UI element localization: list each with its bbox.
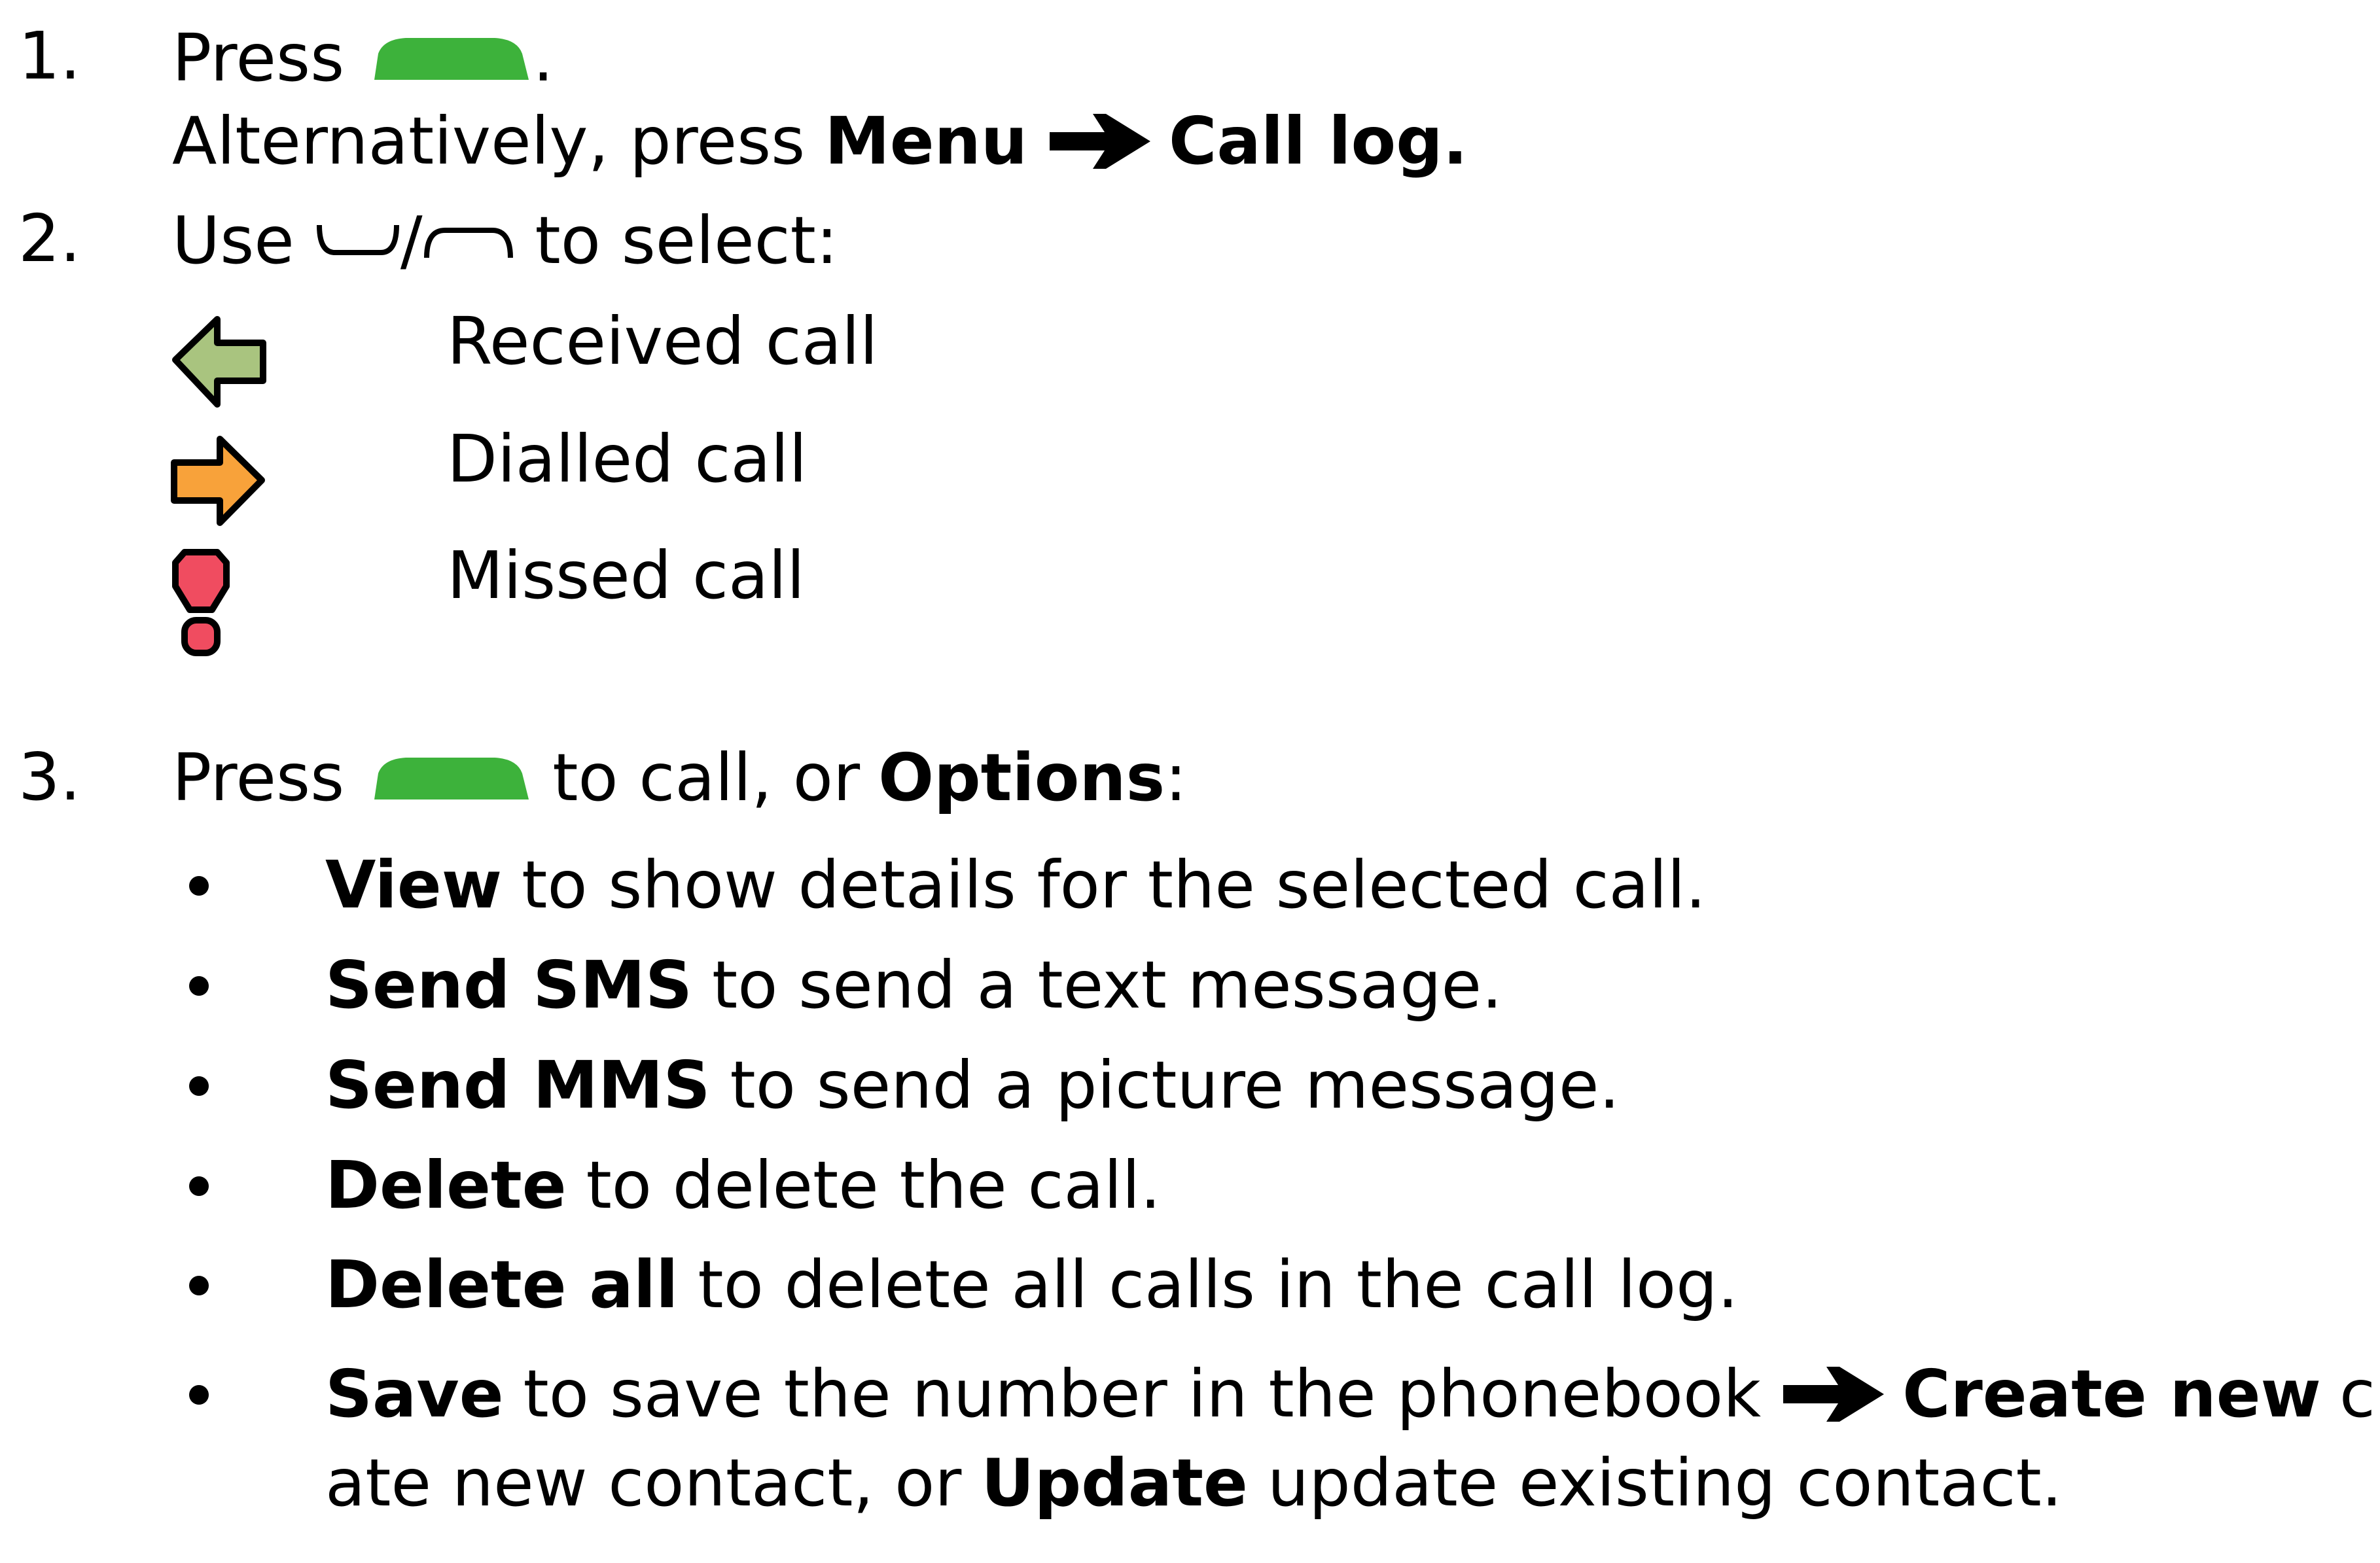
dialled-call-icon bbox=[169, 431, 267, 529]
bullet-marker bbox=[189, 1276, 209, 1295]
bullet-marker bbox=[189, 1176, 209, 1196]
received-call-icon bbox=[170, 313, 268, 411]
list-item: Save to save the number in the phonebook… bbox=[325, 1360, 2380, 1428]
step-1-line-1: Press . bbox=[172, 24, 554, 92]
call-log-label: Call log. bbox=[1169, 102, 1468, 179]
missed-call-icon bbox=[171, 548, 230, 659]
delete-all-option: Delete all bbox=[325, 1246, 679, 1323]
bullet-marker bbox=[189, 876, 209, 896]
list-item: Delete to delete the call. bbox=[325, 1151, 1161, 1220]
create-new-option: Create new bbox=[1902, 1355, 2321, 1432]
list-item: View to show details for the selected ca… bbox=[325, 851, 1706, 919]
step-2-use-label: Use bbox=[172, 202, 294, 279]
step-2-number: 2. bbox=[18, 200, 81, 277]
step-1-period: . bbox=[533, 19, 554, 96]
send-sms-option: Send SMS bbox=[325, 946, 692, 1023]
send-sms-option-text: to send a text message. bbox=[712, 946, 1502, 1023]
send-mms-option-text: to send a picture message. bbox=[730, 1046, 1620, 1123]
list-item: Send SMS to send a text message. bbox=[325, 951, 1502, 1019]
received-call-label: Received call bbox=[447, 303, 878, 379]
options-label: Options bbox=[878, 739, 1165, 816]
right-arrow-icon bbox=[1047, 0, 1153, 305]
missed-call-label: Missed call bbox=[447, 537, 805, 614]
nav-down-key-icon bbox=[315, 90, 400, 391]
step-1-number: 1. bbox=[18, 18, 81, 94]
bullet-marker bbox=[189, 1076, 209, 1096]
bullet-marker bbox=[189, 1385, 209, 1405]
view-option-text: to show details for the selected call. bbox=[522, 846, 1707, 923]
step-2-slash: / bbox=[400, 202, 423, 279]
save-option: Save bbox=[325, 1355, 504, 1432]
step-1-press-label: Press bbox=[172, 19, 345, 96]
create-hyphen-text: cre- bbox=[2339, 1355, 2380, 1432]
step-2-to-select: to select: bbox=[535, 202, 838, 279]
menu-label: Menu bbox=[825, 102, 1028, 179]
step-3-line: Press to call, or Options : bbox=[172, 743, 1187, 812]
update-option: Update bbox=[981, 1444, 1248, 1521]
step-2-line: Use / to select: bbox=[172, 206, 838, 275]
view-option: View bbox=[325, 846, 503, 923]
step-3-press-label: Press bbox=[172, 739, 345, 816]
save-option-continuation: ate new contact, or Update update existi… bbox=[325, 1449, 2062, 1517]
send-mms-option: Send MMS bbox=[325, 1046, 711, 1123]
bullet-marker bbox=[189, 976, 209, 996]
delete-option: Delete bbox=[325, 1146, 567, 1223]
list-item: Delete all to delete all calls in the ca… bbox=[325, 1250, 1738, 1319]
update-option-text: update existing contact. bbox=[1267, 1444, 2063, 1521]
save-continuation-text: ate new contact, or bbox=[325, 1444, 962, 1521]
step-3-colon: : bbox=[1165, 739, 1187, 816]
save-option-text: to save the number in the phonebook bbox=[523, 1355, 1762, 1432]
delete-option-text: to delete the call. bbox=[586, 1146, 1162, 1223]
step-3-to-call-text: to call, or bbox=[552, 739, 861, 816]
delete-all-option-text: to delete all calls in the call log. bbox=[698, 1246, 1739, 1323]
list-item: Send MMS to send a picture message. bbox=[325, 1051, 1620, 1119]
dialled-call-label: Dialled call bbox=[447, 421, 808, 497]
step-3-number: 3. bbox=[18, 739, 81, 815]
